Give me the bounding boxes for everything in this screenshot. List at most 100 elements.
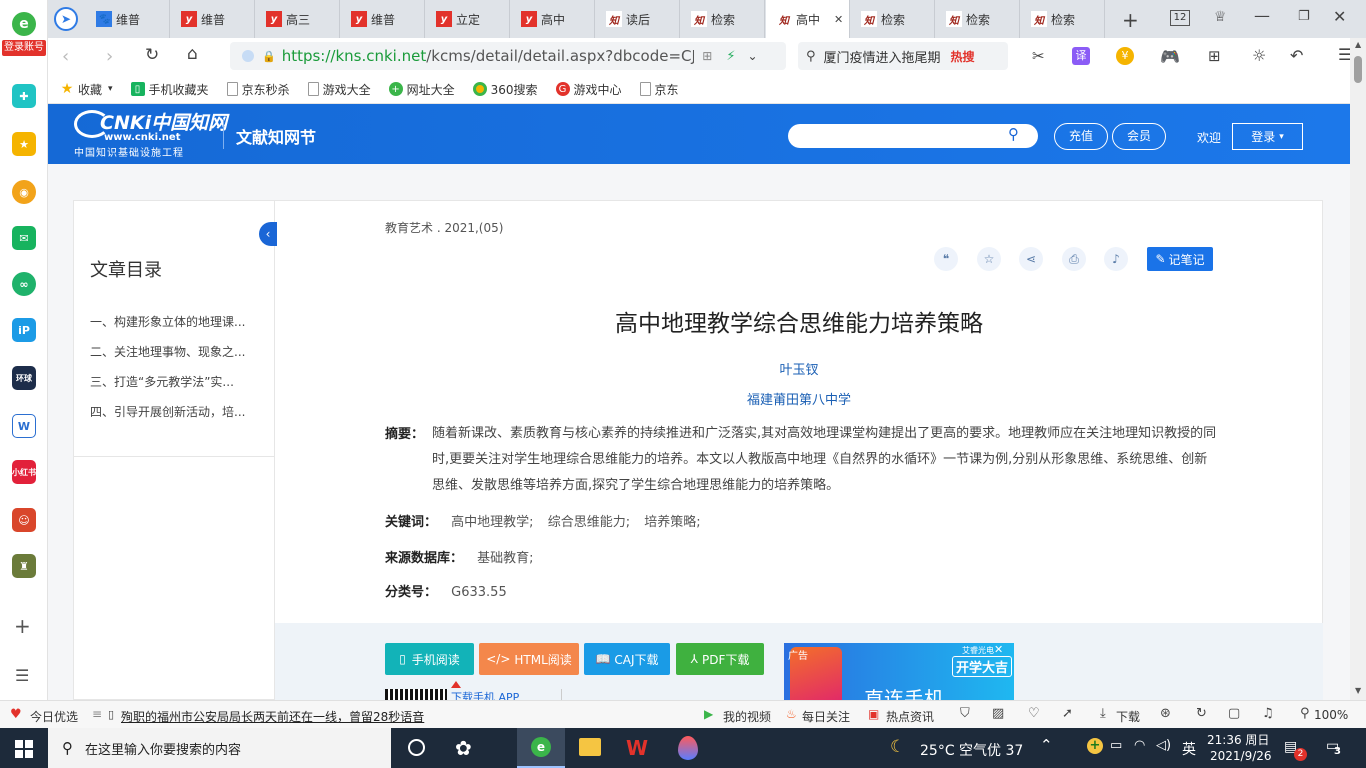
search-icon[interactable]: ⚲ bbox=[806, 49, 816, 64]
plus-medical-icon[interactable]: ✚ bbox=[12, 84, 36, 108]
zoom-level[interactable]: 100% bbox=[1314, 708, 1348, 722]
browser-logo-icon[interactable]: e bbox=[12, 12, 36, 36]
taskbar-search[interactable]: ⚲ 在这里输入你要搜索的内容 bbox=[48, 728, 391, 768]
tab-1[interactable]: 🐾 维普 bbox=[86, 0, 170, 38]
pdf-download-button[interactable]: ⅄ PDF下载 bbox=[676, 643, 764, 675]
shirt-skin-icon[interactable]: ♕ bbox=[1214, 9, 1227, 25]
hot-news-link[interactable]: 热点资讯 bbox=[886, 708, 934, 725]
link-icon[interactable]: ∞ bbox=[12, 272, 36, 296]
tab-9[interactable]: 知高中 ✕ bbox=[766, 0, 850, 38]
menu-icon[interactable]: ☰ bbox=[15, 666, 29, 685]
search-icon[interactable]: ⚲ bbox=[1008, 125, 1019, 143]
chevron-down-icon[interactable]: ⌄ bbox=[747, 49, 757, 63]
bookmark-favorites[interactable]: ★ 收藏 ▾ bbox=[60, 81, 113, 98]
download-app-link[interactable]: 下载手机 APP bbox=[451, 689, 519, 700]
forward-icon[interactable]: › bbox=[106, 46, 113, 67]
translate-icon[interactable]: 译 bbox=[1072, 47, 1090, 65]
hot-search-label[interactable]: 热搜 bbox=[951, 48, 975, 65]
taskbar-app-360-browser[interactable]: e bbox=[517, 728, 565, 768]
keyword-link[interactable]: 培养策略; bbox=[644, 515, 700, 530]
undo-icon[interactable]: ↶ bbox=[1290, 46, 1303, 65]
coin-icon[interactable]: ¥ bbox=[1116, 47, 1134, 65]
today-picks-link[interactable]: 今日优选 bbox=[30, 708, 78, 725]
lightning-icon[interactable]: ⚡ bbox=[726, 49, 735, 64]
bell-icon[interactable]: ♪ bbox=[1104, 247, 1128, 271]
my-video-link[interactable]: 我的视频 bbox=[723, 708, 771, 725]
bookmark-game-center[interactable]: G 游戏中心 bbox=[555, 81, 622, 98]
apps-grid-icon[interactable]: ⊞ bbox=[1208, 47, 1221, 65]
tab-3[interactable]: y 高三 bbox=[256, 0, 340, 38]
tab-12[interactable]: 知检索 bbox=[1021, 0, 1105, 38]
print-icon[interactable]: ⎙ bbox=[1062, 247, 1086, 271]
minimize-icon[interactable]: — bbox=[1254, 6, 1270, 25]
shield-icon[interactable]: ⛉ bbox=[960, 706, 970, 721]
tab-2[interactable]: y 维普 bbox=[171, 0, 255, 38]
toc-item-2[interactable]: 二、关注地理事物、现象之... bbox=[90, 343, 245, 360]
cookie-icon[interactable]: ⊛ bbox=[1160, 706, 1171, 721]
close-window-icon[interactable]: ✕ bbox=[1333, 7, 1346, 26]
toc-item-1[interactable]: 一、构建形象立体的地理课... bbox=[90, 313, 245, 330]
window-icon[interactable]: ▢ bbox=[1228, 706, 1240, 721]
affiliation-link[interactable]: 福建莆田第八中学 bbox=[275, 389, 1323, 408]
tab-7[interactable]: 知读后 bbox=[596, 0, 680, 38]
member-button[interactable]: 会员 bbox=[1112, 123, 1166, 150]
input-method-indicator[interactable]: 英 bbox=[1182, 739, 1196, 759]
xiaohongshu-icon[interactable]: 小红书 bbox=[12, 460, 36, 484]
toc-item-3[interactable]: 三、打造“多元教学法”实... bbox=[90, 373, 234, 390]
tab-count-badge[interactable]: 12 bbox=[1170, 10, 1190, 26]
bookmark-mobile[interactable]: ▯ 手机收藏夹 bbox=[130, 81, 209, 98]
moon-weather-icon[interactable]: ☾ bbox=[890, 737, 905, 757]
ad-banner[interactable]: 广告 艾睿光电 开学大吉 直连手机 ✕ bbox=[784, 643, 1014, 700]
bookmark-jd-flash[interactable]: 京东秒杀 bbox=[226, 81, 290, 98]
back-icon[interactable]: ‹ bbox=[62, 46, 69, 67]
keyword-link[interactable]: 综合思维能力; bbox=[548, 515, 630, 530]
ip-icon[interactable]: iP bbox=[12, 318, 36, 342]
download-link[interactable]: 下载 bbox=[1116, 708, 1140, 725]
tab-5[interactable]: y 立定 bbox=[426, 0, 510, 38]
bookmark-360-search[interactable]: 360搜索 bbox=[472, 81, 538, 98]
cortana-icon[interactable] bbox=[408, 739, 425, 756]
taskbar-search-input[interactable]: 在这里输入你要搜索的内容 bbox=[85, 739, 241, 758]
restore-icon[interactable]: ❐ bbox=[1298, 9, 1310, 24]
file-explorer-icon[interactable] bbox=[579, 738, 601, 756]
cnki-logo-text[interactable]: CNKi中国知网 bbox=[100, 108, 227, 135]
search-box[interactable]: ⚲ 厦门疫情进入拖尾期 热搜 bbox=[798, 42, 1008, 70]
weibo-icon[interactable]: ◉ bbox=[12, 180, 36, 204]
mail-icon[interactable]: ✉ bbox=[12, 226, 36, 250]
add-icon[interactable]: + bbox=[14, 614, 31, 638]
star-icon[interactable]: ★ bbox=[12, 132, 36, 156]
address-bar[interactable]: 🔒 https://kns.cnki.net /kcms/detail/deta… bbox=[230, 42, 786, 70]
wifi-icon[interactable]: ◠ bbox=[1134, 738, 1145, 753]
author-link[interactable]: 叶玉钗 bbox=[275, 359, 1323, 378]
login-button[interactable]: 登录 ▾ bbox=[1232, 123, 1303, 150]
download-icon[interactable]: ⤓ bbox=[1100, 706, 1106, 721]
clock-date[interactable]: 2021/9/26 bbox=[1210, 749, 1272, 763]
tray-expand-icon[interactable]: ⌃ bbox=[1040, 736, 1053, 754]
wps-icon[interactable]: W bbox=[626, 736, 648, 760]
volume-icon[interactable]: ♫ bbox=[1262, 706, 1274, 721]
favorite-star-icon[interactable]: ☆ bbox=[977, 247, 1001, 271]
speaker-icon[interactable]: ◁) bbox=[1156, 738, 1171, 753]
ad-close-icon[interactable]: ✕ bbox=[994, 643, 1003, 656]
game-character-icon[interactable]: ☺ bbox=[12, 508, 36, 532]
navigation-icon[interactable]: ➤ bbox=[54, 7, 78, 31]
bookmark-games[interactable]: 游戏大全 bbox=[307, 81, 371, 98]
collapse-toc-icon[interactable]: ‹ bbox=[259, 222, 277, 246]
bookmark-web-directory[interactable]: + 网址大全 bbox=[388, 81, 455, 98]
scroll-down-icon[interactable]: ▼ bbox=[1355, 686, 1361, 695]
toc-item-4[interactable]: 四、引导开展创新活动，培... bbox=[90, 403, 245, 420]
close-tab-icon[interactable]: ✕ bbox=[834, 13, 843, 26]
share-icon[interactable]: ⋖ bbox=[1019, 247, 1043, 271]
bookmark-jd[interactable]: 京东 bbox=[639, 81, 679, 98]
brightness-icon[interactable]: ☼ bbox=[1252, 46, 1266, 65]
zoom-icon[interactable]: ⚲ bbox=[1300, 706, 1310, 721]
news-ticker[interactable]: 殉职的福州市公安局局长两天前还在一线，曾留28秒语音 bbox=[121, 708, 424, 725]
cite-icon[interactable]: ❝ bbox=[934, 247, 958, 271]
new-tab-icon[interactable]: + bbox=[1122, 8, 1139, 32]
windows-start-icon[interactable] bbox=[15, 740, 33, 758]
home-icon[interactable]: ⌂ bbox=[187, 44, 198, 64]
health-icon[interactable]: ♡ bbox=[1028, 706, 1040, 721]
game-pubg-icon[interactable]: ♜ bbox=[12, 554, 36, 578]
battery-icon[interactable]: ▭ bbox=[1110, 738, 1122, 753]
task-view-icon[interactable]: ✿ bbox=[455, 736, 472, 760]
